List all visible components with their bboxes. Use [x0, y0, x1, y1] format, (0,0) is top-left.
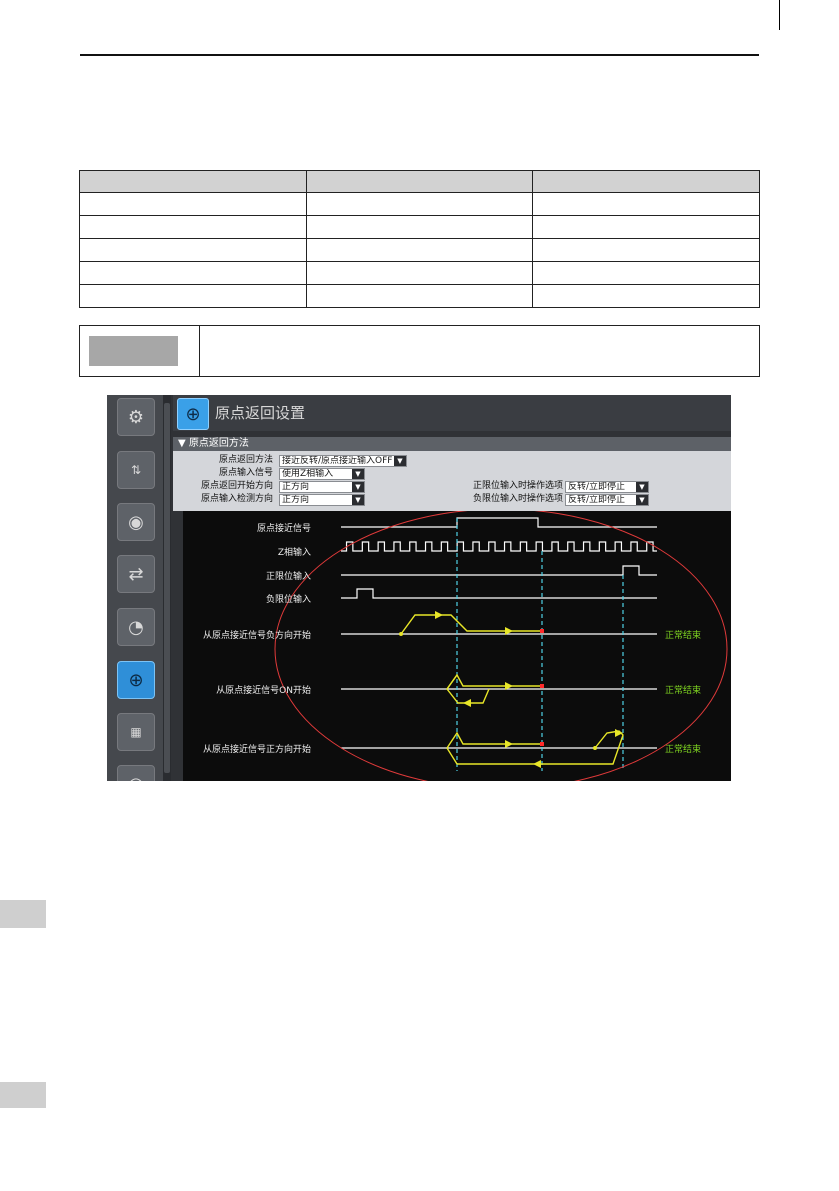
select-pos-limit-option[interactable]: 反转/立即停止 ▼ — [565, 481, 649, 493]
signal-label: Z相输入 — [277, 548, 311, 558]
page-title: 原点返回设置 — [215, 404, 306, 422]
select-start-direction[interactable]: 正方向 ▼ — [279, 481, 365, 493]
select-detect-direction[interactable]: 正方向 ▼ — [279, 494, 365, 506]
crop-mark — [779, 0, 780, 30]
spec-table — [79, 170, 760, 308]
field-label: 负限位输入时操作选项 — [472, 494, 563, 504]
select-neg-limit-option[interactable]: 反转/立即停止 ▼ — [565, 494, 649, 506]
numeric-123-icon[interactable]: ▦ — [117, 713, 155, 751]
chevron-down-icon: ▼ — [352, 469, 364, 479]
stop-point — [540, 684, 544, 688]
chevron-down-icon: ▼ — [394, 456, 406, 466]
end-label: 正常结束 — [665, 745, 702, 755]
swap-arrows-icon[interactable]: ⇄ — [117, 555, 155, 593]
table-row — [79, 284, 760, 308]
timing-diagram-svg — [274, 511, 728, 781]
select-origin-method[interactable]: 接近反转/原点接近输入OFF ▼ — [279, 455, 407, 467]
field-label: 正限位输入时操作选项 — [472, 481, 563, 491]
gear-search-icon[interactable]: ⚙ — [117, 398, 155, 436]
signal-label: 负限位输入 — [265, 595, 311, 605]
select-value: 反转/立即停止 — [568, 495, 626, 505]
move-arrow — [463, 699, 471, 707]
section-header[interactable]: ▼ 原点返回方法 — [173, 437, 731, 451]
field-label: 原点输入信号 — [218, 468, 273, 478]
note-divider — [199, 326, 200, 376]
table-row — [79, 215, 760, 239]
chevron-down-icon: ▼ — [636, 495, 648, 505]
table-header-row — [79, 170, 760, 193]
field-label: 原点输入检测方向 — [200, 494, 273, 504]
note-label — [89, 336, 178, 366]
signal-label: 正限位输入 — [265, 572, 311, 582]
move-arrow — [615, 729, 623, 737]
stop-point — [540, 742, 544, 746]
select-value: 正方向 — [282, 482, 310, 492]
move-arrow — [435, 611, 443, 619]
signal-label: 原点接近信号 — [256, 524, 311, 534]
chevron-down-icon: ▼ — [636, 482, 648, 492]
page-tab — [0, 1082, 46, 1108]
speedometer-icon[interactable]: ◔ — [117, 608, 155, 646]
select-value: 使用Z相输入 — [282, 469, 334, 479]
settings-panel: 原点返回方法 接近反转/原点接近输入OFF ▼ 原点输入信号 使用Z相输入 ▼ 原点… — [173, 451, 731, 511]
start-point — [399, 632, 403, 636]
table-row — [79, 192, 760, 216]
start-point — [593, 746, 597, 750]
select-value: 反转/立即停止 — [568, 482, 626, 492]
origin-crosshair-icon: ⊕ — [177, 398, 209, 430]
timing-diagram: 原点接近信号 Z相输入 正限位输入 负限位输入 从原点接近信号负方向开始 从原点… — [183, 511, 731, 781]
move-arrow — [533, 760, 541, 768]
origin-crosshair-icon[interactable]: ⊕ — [117, 661, 155, 699]
move-path-from-on — [446, 673, 542, 690]
select-value: 接近反转/原点接近输入OFF — [282, 456, 393, 466]
toolbar: ⚙ ⇅ ◉ ⇄ ◔ ⊕ ▦ ◎ — [107, 395, 165, 781]
field-label: 原点返回开始方向 — [200, 481, 273, 491]
stop-point — [540, 629, 544, 633]
move-label: 从原点接近信号正方向开始 — [202, 745, 311, 755]
titlebar: ⊕ 原点返回设置 — [173, 395, 731, 431]
move-label: 从原点接近信号ON开始 — [216, 686, 311, 696]
section-title: ▼ 原点返回方法 — [178, 438, 249, 449]
trace-positive-limit — [341, 565, 657, 576]
extra-icon[interactable]: ◎ — [117, 765, 155, 781]
trace-negative-limit — [341, 588, 657, 599]
note-box — [79, 325, 760, 377]
trace-origin-proximity — [341, 517, 657, 528]
field-label: 原点返回方法 — [218, 455, 273, 465]
move-label: 从原点接近信号负方向开始 — [202, 631, 311, 641]
scrollbar-thumb[interactable] — [164, 403, 170, 773]
origin-return-screenshot: ⚙ ⇅ ◉ ⇄ ◔ ⊕ ▦ ◎ ⊕ 原点返回设置 ▼ 原点返回方法 原点返回方法… — [107, 395, 731, 781]
table-row — [79, 238, 760, 262]
disk-icon[interactable]: ◉ — [117, 503, 155, 541]
move-arrow — [505, 740, 513, 748]
scrollbar[interactable] — [163, 395, 171, 781]
chevron-down-icon: ▼ — [352, 482, 364, 492]
select-origin-input[interactable]: 使用Z相输入 ▼ — [279, 468, 365, 480]
chevron-down-icon: ▼ — [352, 495, 364, 505]
end-label: 正常结束 — [665, 686, 702, 696]
chapter-tab — [0, 900, 46, 928]
select-value: 正方向 — [282, 495, 310, 505]
io-pulse-icon[interactable]: ⇅ — [117, 451, 155, 489]
move-path-from-positive — [446, 731, 542, 749]
move-path-from-negative — [400, 614, 542, 635]
table-row — [79, 261, 760, 285]
trace-z-phase — [341, 541, 657, 552]
header-rule — [80, 54, 759, 56]
end-label: 正常结束 — [665, 631, 702, 641]
